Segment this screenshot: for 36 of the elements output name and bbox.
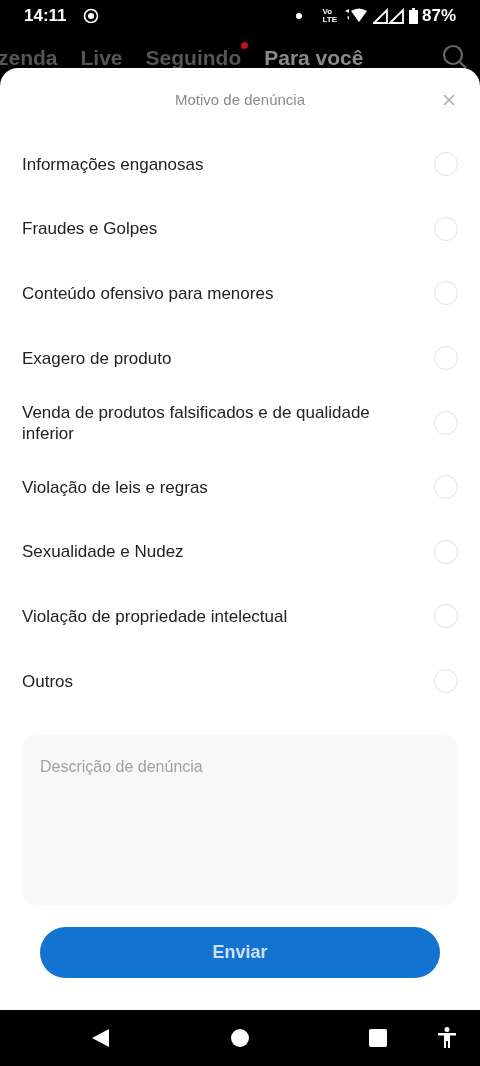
wifi-icon: [344, 8, 369, 24]
recents-icon[interactable]: [369, 1029, 387, 1047]
sheet-title: Motivo de denúncia: [174, 89, 306, 110]
battery-percent: 87%: [421, 5, 456, 28]
search-icon[interactable]: [442, 44, 468, 70]
reason-label: Exagero de produto: [22, 347, 173, 369]
feed-tab[interactable]: Para você: [264, 47, 364, 70]
reason-label: Informações enganosas: [22, 153, 205, 175]
battery-icon: [408, 8, 418, 24]
reason-option[interactable]: Sexualidade e Nudez: [0, 519, 480, 585]
reason-option[interactable]: Exagero de produto: [0, 325, 480, 391]
clock: 14:11: [24, 5, 67, 28]
reason-option[interactable]: Violação de propriedade intelectual: [0, 584, 480, 649]
home-icon[interactable]: [231, 1029, 249, 1047]
reason-option[interactable]: Violação de leis e regras: [0, 454, 480, 520]
reason-option[interactable]: Fraudes e Golpes: [0, 196, 480, 262]
reason-label: Sexualidade e Nudez: [22, 541, 185, 563]
reason-label: Outros: [22, 670, 75, 692]
signal-icon: [372, 8, 405, 24]
record-icon: [82, 8, 99, 24]
reason-label: Venda de produtos falsificados e de qualidade inferior: [22, 401, 371, 444]
accessibility-icon[interactable]: [437, 1027, 457, 1049]
volte-label: Vo LTE: [322, 8, 337, 24]
back-icon[interactable]: [92, 1029, 109, 1047]
reason-label: Fraudes e Golpes: [22, 218, 159, 240]
close-icon[interactable]: [443, 94, 455, 106]
reason-label: Violação de propriedade intelectual: [22, 605, 289, 627]
submit-button[interactable]: Enviar: [40, 927, 440, 979]
reason-label: Conteúdo ofensivo para menores: [22, 283, 275, 304]
description-field[interactable]: Descrição de denúncia: [22, 735, 458, 906]
reason-option[interactable]: Conteúdo ofensivo para menores: [0, 261, 480, 326]
reason-label: Violação de leis e regras: [22, 476, 209, 498]
reason-option[interactable]: Informações enganosas: [0, 132, 480, 197]
reason-option[interactable]: Venda de produtos falsificados e de qualidade inferior: [0, 390, 480, 455]
reason-option[interactable]: Outros: [0, 648, 480, 714]
dot-icon: [296, 13, 303, 19]
